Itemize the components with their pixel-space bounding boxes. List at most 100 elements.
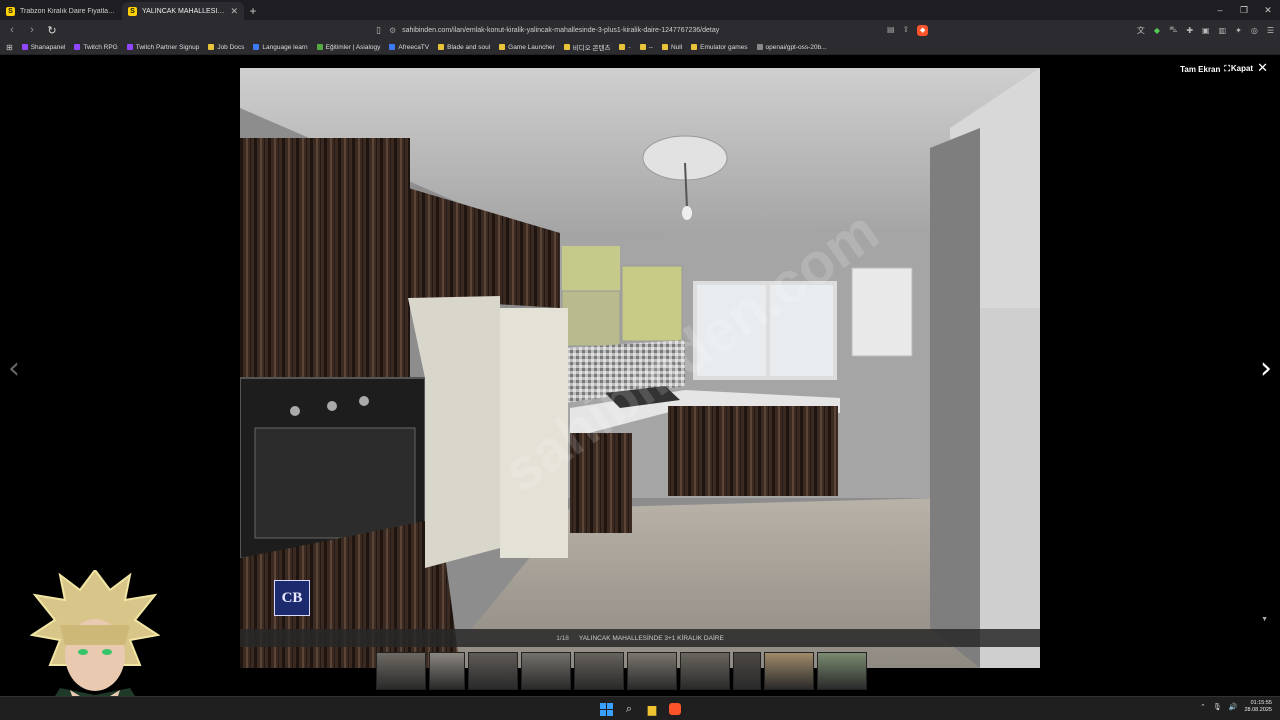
folder-icon <box>661 44 668 50</box>
bookmark-item[interactable]: 비디오 콘텐츠 <box>563 42 611 52</box>
volume-icon[interactable]: 🔊 <box>1229 703 1238 711</box>
bookmark-item[interactable]: Emulator games <box>691 42 748 52</box>
wallet-icon[interactable]: ◎ <box>1251 26 1258 35</box>
thumbnail-image[interactable] <box>733 652 761 690</box>
window-controls: – ❐ ✕ <box>1208 0 1280 20</box>
forward-arrow-icon[interactable]: › <box>26 24 38 36</box>
bookmark-item[interactable]: Twitch Partner Signup <box>126 42 200 52</box>
folder-icon <box>208 44 215 50</box>
thumbnail-image[interactable] <box>764 652 814 690</box>
tab-title: YALINCAK MAHALLESİNDE 3+1 <box>142 7 225 15</box>
bookmark-icon <box>253 44 260 50</box>
bookmark-icon <box>74 44 81 50</box>
search-icon[interactable]: ⌕ <box>621 701 637 717</box>
thumbnail-image[interactable] <box>376 652 426 690</box>
thumbnail-image[interactable] <box>574 652 624 690</box>
bookmark-item[interactable]: Blade and soul <box>438 42 490 52</box>
bookmark-label: Game Launcher <box>508 43 555 51</box>
bookmark-icon <box>126 44 133 50</box>
thumbnail-image[interactable] <box>627 652 677 690</box>
thumbnail-image[interactable] <box>680 652 730 690</box>
show-hidden-icons-icon[interactable]: ⌃ <box>1200 703 1206 711</box>
site-settings-icon[interactable]: ⚙ <box>389 26 396 35</box>
translate-icon[interactable]: 文 <box>1137 25 1145 36</box>
clock[interactable]: 01:15:55 28.08.2025 <box>1244 700 1272 714</box>
bookmark-item[interactable]: Job Docs <box>208 42 244 52</box>
tab-trabzon-rentals[interactable]: S Trabzon Kiralık Daire Fiyatları ve Kir… <box>0 2 122 20</box>
bookmark-label: Twitch Partner Signup <box>135 43 200 51</box>
bookmark-item[interactable]: AfreecaTV <box>389 42 429 52</box>
share-icon[interactable]: ⇪ <box>903 25 910 36</box>
bookmark-item[interactable]: -- <box>639 42 653 52</box>
bookmark-icon <box>756 44 763 50</box>
bookmark-icon <box>316 44 323 50</box>
sidebar-icon[interactable]: ▥ <box>1219 26 1227 35</box>
bookmark-item[interactable]: Language learn <box>253 42 308 52</box>
back-arrow-icon[interactable]: ‹ <box>6 24 18 36</box>
tab-yalincak-listing[interactable]: S YALINCAK MAHALLESİNDE 3+1 ✕ <box>122 2 244 20</box>
restore-button[interactable]: ❐ <box>1232 0 1256 20</box>
folder-icon <box>438 44 445 50</box>
close-gallery-button[interactable]: Kapat ✕ <box>1230 61 1268 74</box>
folder-icon <box>499 44 506 50</box>
bookmark-page-icon[interactable]: ▯ <box>376 25 381 36</box>
previous-photo-arrow-icon[interactable]: ‹ <box>8 351 20 386</box>
bookmark-label: Twitch RPG <box>83 43 118 51</box>
brave-browser-icon[interactable] <box>667 701 683 717</box>
thumbnail-image[interactable] <box>817 652 867 690</box>
bookmark-item[interactable]: Game Launcher <box>499 42 555 52</box>
reader-mode-icon[interactable]: ▤ <box>887 25 895 36</box>
tab-close-icon[interactable]: ✕ <box>230 6 238 17</box>
microphone-icon[interactable]: 🎙 <box>1213 703 1222 711</box>
photo-gallery-overlay: Tam Ekran ⛶ Kapat ✕ ‹ › sahibinden.com C… <box>0 56 1280 696</box>
new-tab-button[interactable]: + <box>244 2 262 20</box>
bookmark-item[interactable]: openai/gpt-oss-20b... <box>756 42 827 52</box>
file-explorer-icon[interactable]: ▆ <box>644 701 660 717</box>
bookmark-item[interactable]: Twitch RPG <box>74 42 118 52</box>
bookmark-label: AfreecaTV <box>398 43 430 51</box>
leo-ai-icon[interactable]: ✦ <box>1235 26 1242 35</box>
close-window-button[interactable]: ✕ <box>1256 0 1280 20</box>
fullscreen-button[interactable]: Tam Ekran ⛶ <box>1180 64 1230 74</box>
bookmark-label: Eğitimler | Asialogy <box>325 43 381 51</box>
bookmark-label: 비디오 콘텐츠 <box>572 45 611 52</box>
scroll-down-icon[interactable]: ▼ <box>1261 616 1268 623</box>
bookmark-item[interactable]: Eğitimler | Asialogy <box>316 42 381 52</box>
windows-start-icon[interactable] <box>598 701 614 717</box>
fullscreen-icon: ⛶ <box>1224 64 1230 73</box>
reload-icon[interactable]: ↻ <box>46 24 58 37</box>
url-field[interactable]: ⚙ sahibinden.com/ilan/emlak-konut-kirali… <box>389 22 879 38</box>
sahibinden-favicon-icon: S <box>128 6 137 16</box>
close-label: Kapat <box>1230 63 1254 73</box>
tab-title: Trabzon Kiralık Daire Fiyatları ve Kira <box>20 7 116 15</box>
brave-shields-icon[interactable]: ◆ <box>917 24 929 36</box>
fullscreen-label: Tam Ekran <box>1180 64 1221 74</box>
next-photo-arrow-icon[interactable]: › <box>1260 351 1272 386</box>
bookmark-item[interactable]: Null <box>661 42 683 52</box>
bookmark-item[interactable]: - <box>619 42 631 52</box>
bookmark-icon <box>21 44 28 50</box>
thumbnail-image[interactable] <box>521 652 571 690</box>
apps-grid-icon[interactable]: ⊞ <box>6 43 13 52</box>
menu-icon[interactable]: ☰ <box>1267 26 1274 35</box>
extensions-puzzle-icon[interactable]: ✚ <box>1186 26 1193 35</box>
windows-taskbar: ⌕ ▆ ⌃ 🎙 🔊 01:15:55 28.08.2025 <box>0 696 1280 720</box>
photo-counter: 1/18 <box>556 634 569 642</box>
folder-icon <box>691 44 698 50</box>
url-text: sahibinden.com/ilan/emlak-konut-kiralik-… <box>402 26 720 34</box>
tab-strip: S Trabzon Kiralık Daire Fiyatları ve Kir… <box>0 0 1280 20</box>
extension-car-icon[interactable]: ⛍ <box>1169 25 1177 35</box>
photo-caption: YALINCAK MAHALLESİNDE 3+1 KİRALIK DAİRE <box>578 634 724 642</box>
bookmark-label: openai/gpt-oss-20b... <box>765 43 827 51</box>
bookmark-label: Language learn <box>262 43 308 51</box>
bookmarks-bar: ⊞ Shanapanel Twitch RPG Twitch Partner Sig… <box>0 40 1280 55</box>
thumbnail-image[interactable] <box>429 652 465 690</box>
minimize-button[interactable]: – <box>1208 0 1232 20</box>
photo-caption-bar: 1/18 YALINCAK MAHALLESİNDE 3+1 KİRALIK D… <box>240 629 1040 647</box>
thumbnail-image[interactable] <box>468 652 518 690</box>
clock-time: 01:15:55 <box>1250 700 1272 706</box>
extension-box-icon[interactable]: ▣ <box>1202 26 1210 35</box>
bookmark-label: Null <box>670 43 683 51</box>
bookmark-item[interactable]: Shanapanel <box>21 42 65 52</box>
extension-green-icon[interactable]: ◆ <box>1154 26 1160 35</box>
